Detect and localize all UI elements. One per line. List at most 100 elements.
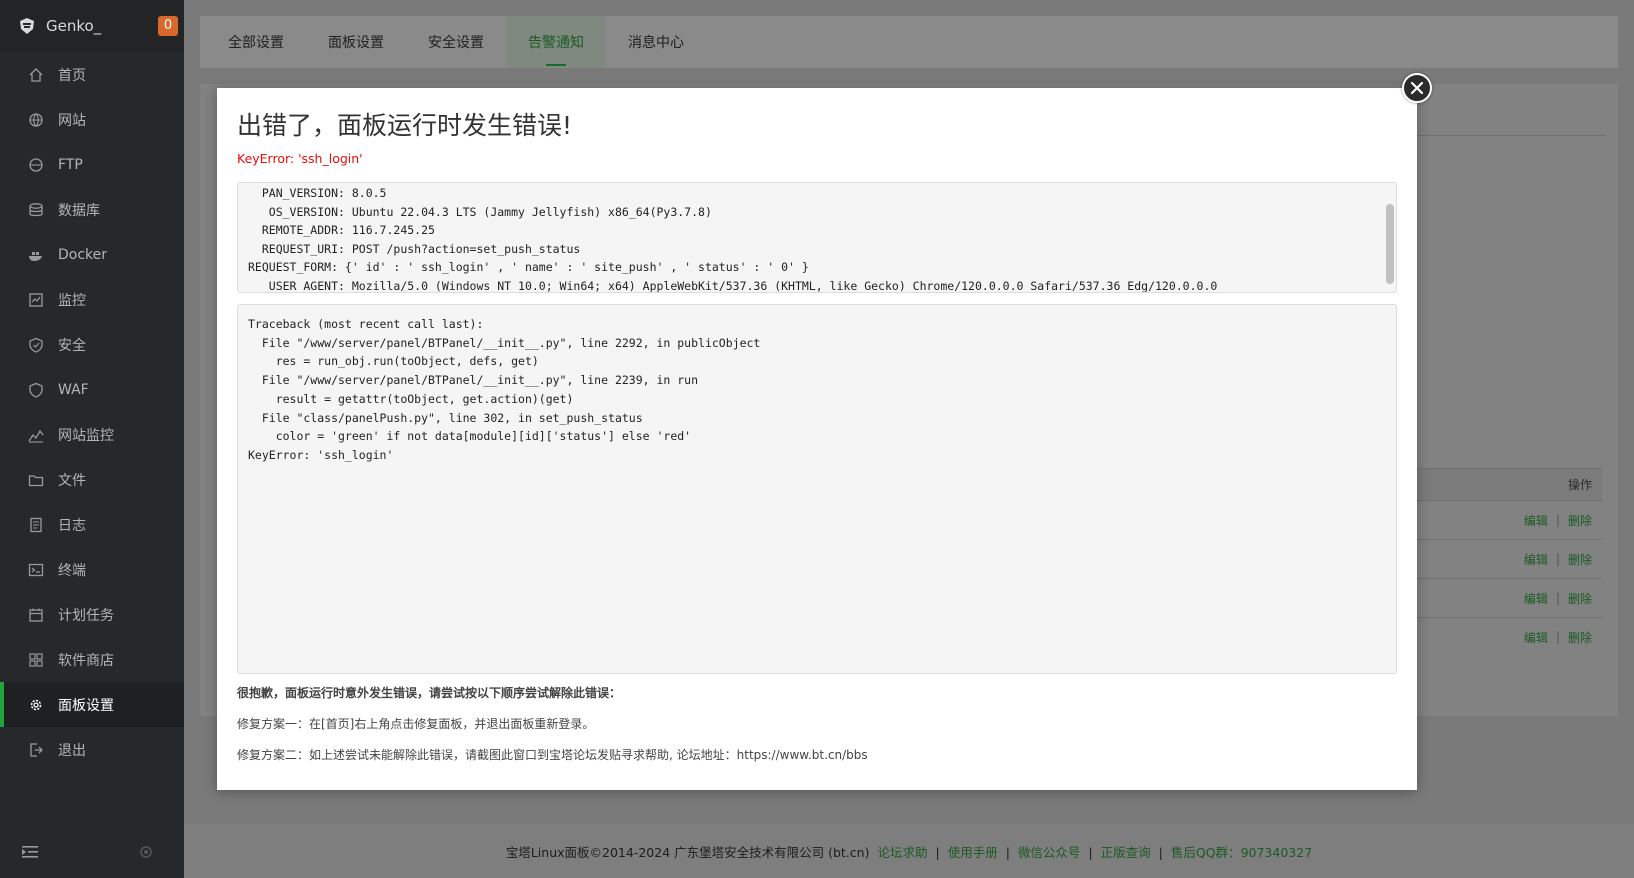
close-icon bbox=[1410, 81, 1424, 95]
error-dialog: 出错了，面板运行时发生错误! KeyError: 'ssh_login' PAN… bbox=[217, 88, 1417, 790]
docker-icon bbox=[28, 247, 44, 263]
code-line: REQUEST_FORM: {' id' : ' ssh_login' , ' … bbox=[248, 260, 809, 275]
separator: | bbox=[1555, 513, 1560, 527]
sidebar-item-9[interactable]: 网站监控 bbox=[0, 412, 184, 457]
sidebar-item-10[interactable]: 文件 bbox=[0, 457, 184, 502]
waf-shield-icon bbox=[28, 382, 44, 398]
sidebar-item-12[interactable]: 终端 bbox=[0, 547, 184, 592]
footer-link-4[interactable]: 正版查询 bbox=[1101, 845, 1151, 860]
code-line: KeyError: 'ssh_login' bbox=[248, 447, 394, 462]
code-line: File "class/panelPush.py", line 302, in … bbox=[248, 410, 643, 425]
sidebar-item-11[interactable]: 日志 bbox=[0, 502, 184, 547]
page-footer: 宝塔Linux面板©2014-2024 广东堡塔安全技术有限公司 (bt.cn)… bbox=[184, 824, 1634, 878]
notification-badge[interactable]: 0 bbox=[158, 16, 178, 36]
sidebar-item-1[interactable]: 首页 bbox=[0, 52, 184, 97]
sidebar-item-label: FTP bbox=[58, 156, 83, 173]
request-info-box[interactable]: PAN_VERSION: 8.0.5 OS_VERSION: Ubuntu 22… bbox=[237, 182, 1397, 293]
sidebar-item-label: 终端 bbox=[58, 562, 86, 579]
gear-icon bbox=[28, 697, 44, 713]
tab-1[interactable]: 全部设置 bbox=[206, 16, 306, 68]
tab-5[interactable]: 消息中心 bbox=[606, 16, 706, 68]
sidebar-item-2[interactable]: 网站 bbox=[0, 97, 184, 142]
sidebar-item-label: 退出 bbox=[58, 742, 86, 759]
dialog-title: 出错了，面板运行时发生错误! bbox=[237, 111, 573, 140]
sidebar-item-14[interactable]: 软件商店 bbox=[0, 637, 184, 682]
tab-4[interactable]: 告警通知 bbox=[506, 16, 606, 68]
delete-link[interactable]: 删除 bbox=[1568, 512, 1592, 529]
code-line: File "/www/server/panel/BTPanel/__init__… bbox=[248, 373, 699, 388]
sidebar-item-label: Docker bbox=[58, 246, 108, 263]
edit-link[interactable]: 编辑 bbox=[1524, 590, 1548, 607]
tab-3[interactable]: 安全设置 bbox=[406, 16, 506, 68]
sidebar-item-label: 网站 bbox=[58, 112, 86, 129]
separator: | bbox=[1555, 630, 1560, 644]
chart-icon bbox=[28, 427, 44, 443]
collapse-menu-icon[interactable] bbox=[22, 845, 38, 859]
sidebar-item-label: WAF bbox=[58, 381, 89, 398]
terminal-icon bbox=[28, 562, 44, 578]
sidebar-item-6[interactable]: 监控 bbox=[0, 277, 184, 322]
error-message: KeyError: 'ssh_login' bbox=[237, 151, 363, 166]
sidebar-nav: 首页网站 FTP 数据库 Docker 监控安全 WAF 网站监控文件日志终端计划任务软件商… bbox=[0, 52, 184, 772]
tab-2[interactable]: 面板设置 bbox=[306, 16, 406, 68]
calendar-icon bbox=[28, 607, 44, 623]
delete-link[interactable]: 删除 bbox=[1568, 551, 1592, 568]
brand: Genko_ 0 bbox=[0, 0, 184, 52]
separator: | bbox=[1158, 844, 1163, 860]
code-line: USER_AGENT: Mozilla/5.0 (Windows NT 10.0… bbox=[248, 278, 1218, 293]
sidebar-item-label: 面板设置 bbox=[58, 697, 114, 714]
copyright-text: 宝塔Linux面板©2014-2024 广东堡塔安全技术有限公司 (bt.cn) bbox=[505, 844, 870, 860]
code-line: REMOTE_ADDR: 116.7.245.25 bbox=[248, 223, 435, 238]
sidebar-item-8[interactable]: WAF bbox=[0, 367, 184, 412]
sidebar-item-13[interactable]: 计划任务 bbox=[0, 592, 184, 637]
traceback-box[interactable]: Traceback (most recent call last): File … bbox=[237, 304, 1397, 674]
footer-link-1[interactable]: 论坛求助 bbox=[877, 845, 927, 860]
separator: | bbox=[1555, 591, 1560, 605]
sidebar-item-label: 网站监控 bbox=[58, 427, 114, 444]
logout-icon bbox=[28, 742, 44, 758]
ftp-icon bbox=[28, 157, 44, 173]
settings-tabs: 全部设置 面板设置 安全设置 告警通知 消息中心 bbox=[200, 16, 1618, 68]
sidebar-item-label: 监控 bbox=[58, 292, 86, 309]
code-line: color = 'green' if not data[module][id][… bbox=[248, 429, 692, 444]
sidebar-footer bbox=[0, 826, 184, 878]
info-scrollbar[interactable] bbox=[1386, 204, 1394, 284]
sidebar-item-5[interactable]: Docker bbox=[0, 232, 184, 277]
delete-link[interactable]: 删除 bbox=[1568, 590, 1592, 607]
brand-name: Genko_ bbox=[46, 17, 102, 35]
sidebar-item-3[interactable]: FTP bbox=[0, 142, 184, 187]
table-row: 编辑 | 删除 bbox=[1413, 617, 1602, 656]
edit-link[interactable]: 编辑 bbox=[1524, 551, 1548, 568]
close-dialog-button[interactable] bbox=[1402, 73, 1432, 103]
code-line: res = run_obj.run(toObject, defs, get) bbox=[248, 354, 539, 369]
code-line: File "/www/server/panel/BTPanel/__init__… bbox=[248, 335, 761, 350]
code-line: result = getattr(toObject, get.action)(g… bbox=[248, 391, 574, 406]
code-line: REQUEST_URI: POST /push?action=set_push_… bbox=[248, 241, 581, 256]
sidebar-item-label: 首页 bbox=[58, 67, 86, 84]
table-row: 编辑 | 删除 bbox=[1413, 500, 1602, 539]
request-info-text: PAN_VERSION: 8.0.5 OS_VERSION: Ubuntu 22… bbox=[238, 183, 1396, 293]
globe-icon bbox=[28, 112, 44, 128]
footer-link-2[interactable]: 使用手册 bbox=[948, 845, 998, 860]
code-line: OS_VERSION: Ubuntu 22.04.3 LTS (Jammy Je… bbox=[248, 204, 712, 219]
fix-tip-1: 修复方案一：在[首页]右上角点击修复面板，并退出面板重新登录。 bbox=[237, 717, 595, 731]
sidebar-item-7[interactable]: 安全 bbox=[0, 322, 184, 367]
edit-link[interactable]: 编辑 bbox=[1524, 629, 1548, 646]
tip-title: 很抱歉，面板运行时意外发生错误，请尝试按以下顺序尝试解除此错误： bbox=[237, 686, 622, 700]
sidebar-item-label: 安全 bbox=[58, 337, 86, 354]
bt-logo-icon bbox=[20, 18, 34, 34]
settings-icon[interactable] bbox=[138, 844, 154, 860]
sidebar-item-4[interactable]: 数据库 bbox=[0, 187, 184, 232]
footer-link-3[interactable]: 微信公众号 bbox=[1018, 845, 1081, 860]
sidebar-item-label: 日志 bbox=[58, 517, 86, 534]
sidebar-item-label: 计划任务 bbox=[58, 607, 114, 624]
sidebar-item-15[interactable]: 面板设置 bbox=[0, 682, 184, 727]
sidebar-item-16[interactable]: 退出 bbox=[0, 727, 184, 772]
action-column-header: 操作 bbox=[1567, 478, 1592, 492]
traceback-text: Traceback (most recent call last): File … bbox=[238, 305, 1396, 465]
edit-link[interactable]: 编辑 bbox=[1524, 512, 1548, 529]
log-icon bbox=[28, 517, 44, 533]
footer-link-5[interactable]: 售后QQ群：907340327 bbox=[1171, 845, 1312, 860]
sidebar-item-label: 软件商店 bbox=[58, 652, 114, 669]
delete-link[interactable]: 删除 bbox=[1568, 629, 1592, 646]
